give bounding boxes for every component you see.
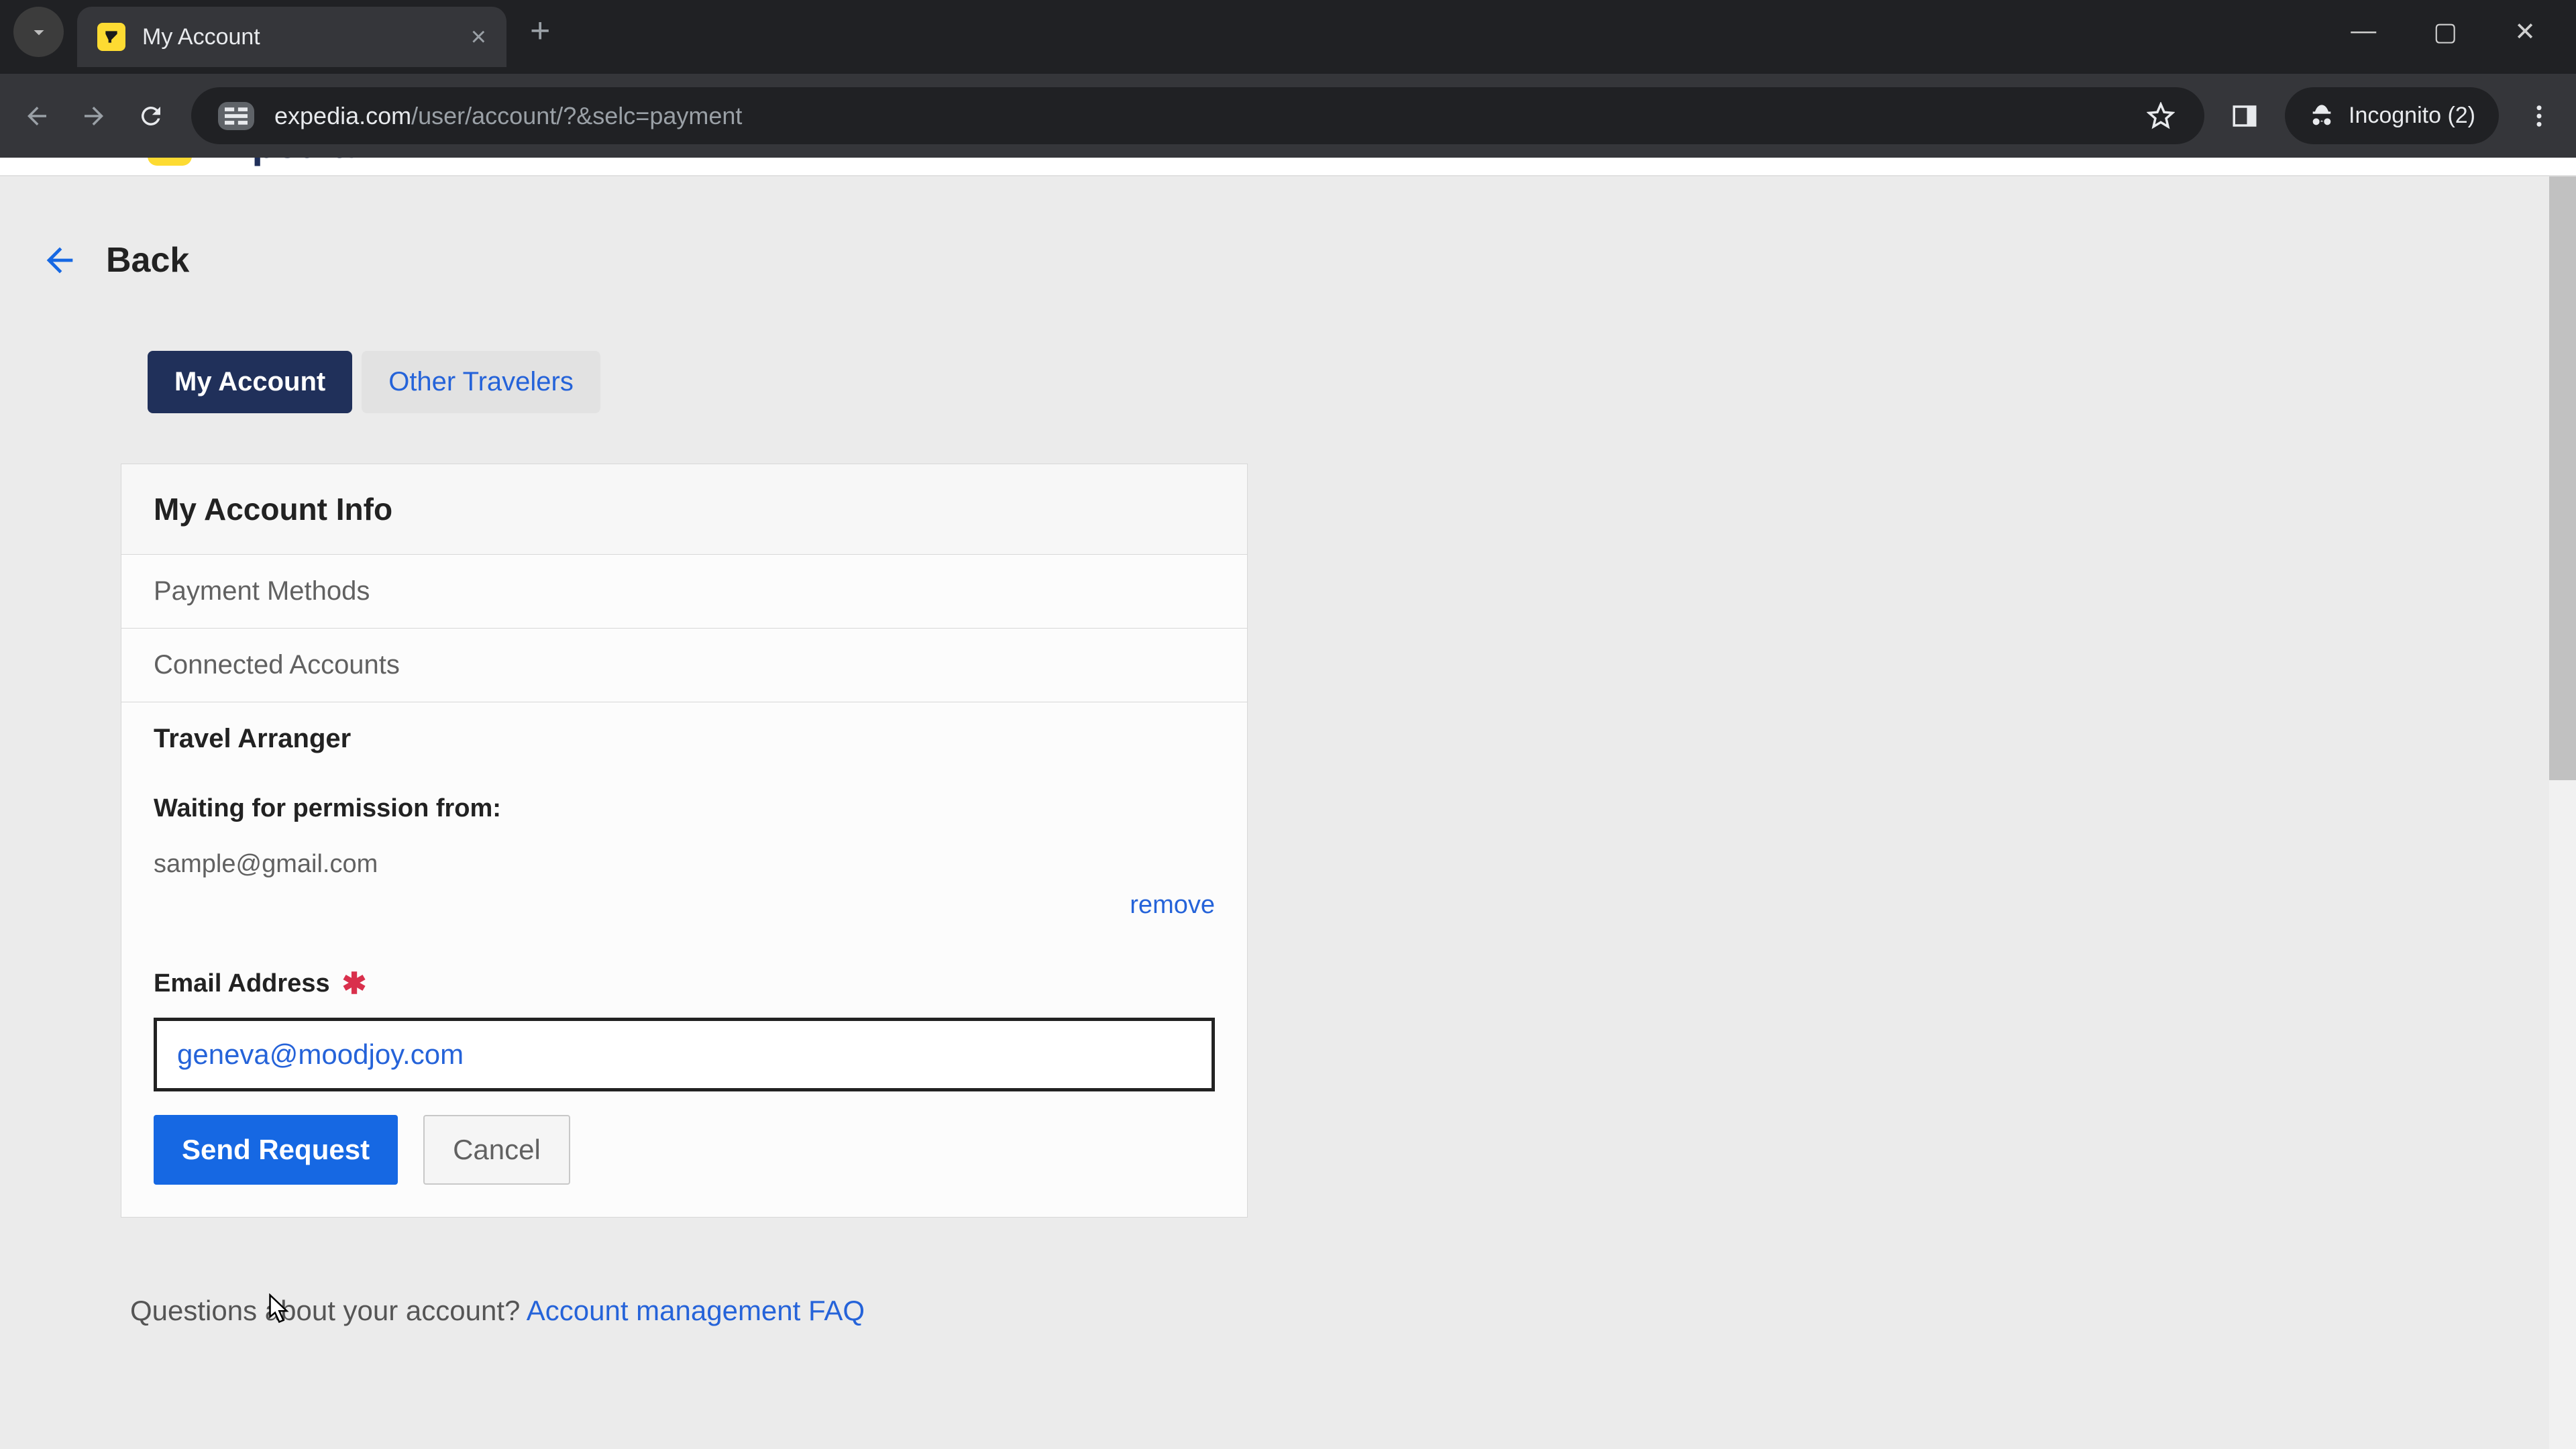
send-request-button[interactable]: Send Request (154, 1115, 398, 1185)
tab-region: My Account × + (0, 0, 550, 74)
url-text: expedia.com/user/account/?&selc=payment (274, 102, 742, 130)
tab-search-dropdown[interactable] (13, 7, 64, 57)
account-panel: My Account Info Payment Methods Connecte… (121, 464, 1248, 1218)
email-field-label: Email Address ✱ (154, 967, 1215, 1001)
brand-logo[interactable]: Expedia (148, 158, 354, 176)
required-star-icon: ✱ (342, 967, 367, 1001)
tab-my-account[interactable]: My Account (148, 351, 352, 413)
faq-link[interactable]: Account management FAQ (527, 1295, 865, 1326)
panel-row-connected-accounts[interactable]: Connected Accounts (121, 629, 1247, 702)
minimize-button[interactable]: — (2351, 17, 2376, 47)
tab-close-icon[interactable]: × (471, 22, 486, 52)
tab-title: My Account (142, 24, 444, 50)
forward-nav-icon[interactable] (77, 99, 111, 133)
favicon-icon (97, 23, 125, 51)
brand-icon (148, 158, 192, 166)
maximize-button[interactable]: ▢ (2433, 17, 2457, 47)
scrollbar-thumb[interactable] (2549, 176, 2576, 780)
browser-tab-active[interactable]: My Account × (77, 7, 506, 67)
button-row: Send Request Cancel (154, 1115, 1215, 1185)
email-input[interactable] (154, 1018, 1215, 1091)
arrow-left-icon (40, 241, 79, 280)
toolbar-right: Incognito (2) (2228, 87, 2556, 144)
site-top-nav: Expedia More travel English List your pr… (0, 158, 2576, 176)
faq-line: Questions about your account? Account ma… (130, 1295, 2576, 1327)
panel-row-payment-methods[interactable]: Payment Methods (121, 555, 1247, 629)
url-bar[interactable]: expedia.com/user/account/?&selc=payment (191, 87, 2204, 144)
email-input-wrap (154, 1018, 1215, 1091)
address-bar: expedia.com/user/account/?&selc=payment … (0, 74, 2576, 158)
page-viewport: Expedia More travel English List your pr… (0, 158, 2576, 1449)
cancel-button[interactable]: Cancel (423, 1115, 570, 1185)
back-label: Back (106, 240, 189, 280)
reload-icon[interactable] (134, 99, 168, 133)
account-tabs: My Account Other Travelers (148, 351, 2576, 413)
back-link[interactable]: Back (0, 176, 2576, 280)
side-panel-icon[interactable] (2228, 99, 2261, 133)
remove-link[interactable]: remove (154, 891, 1215, 920)
panel-heading: My Account Info (121, 464, 1247, 555)
new-tab-button[interactable]: + (530, 11, 550, 51)
site-info-icon[interactable] (218, 102, 254, 130)
vertical-scrollbar[interactable] (2549, 176, 2576, 1449)
incognito-indicator[interactable]: Incognito (2) (2285, 87, 2499, 144)
faq-question-text: Questions about your account? (130, 1295, 527, 1326)
tab-other-travelers[interactable]: Other Travelers (362, 351, 600, 413)
kebab-menu-icon[interactable] (2522, 99, 2556, 133)
panel-section-travel-arranger: Travel Arranger Waiting for permission f… (121, 702, 1247, 1217)
browser-tab-strip: My Account × + — ▢ ✕ (0, 0, 2576, 74)
back-nav-icon[interactable] (20, 99, 54, 133)
section-title-travel-arranger: Travel Arranger (154, 724, 1215, 754)
waiting-permission-label: Waiting for permission from: (154, 794, 1215, 823)
page-body: Back My Account Other Travelers My Accou… (0, 176, 2576, 1449)
brand-wordmark: Expedia (204, 158, 354, 167)
waiting-permission-email: sample@gmail.com (154, 850, 1215, 879)
bookmark-star-icon[interactable] (2144, 99, 2178, 133)
close-window-button[interactable]: ✕ (2514, 17, 2536, 47)
window-controls: — ▢ ✕ (2351, 17, 2576, 74)
